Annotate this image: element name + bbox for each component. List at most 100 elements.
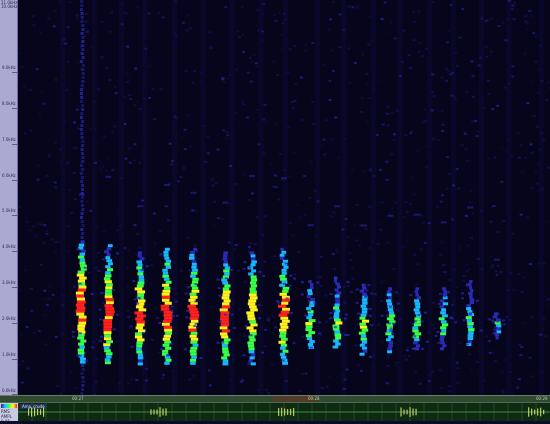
spectrogram-canvas[interactable] <box>18 0 550 395</box>
syllable-halo <box>502 323 506 326</box>
noise-speck <box>47 297 51 300</box>
noise-speck <box>511 65 515 68</box>
noise-speck <box>377 201 381 204</box>
syllable-cell <box>467 322 474 326</box>
noise-speck <box>519 143 523 146</box>
syllable-halo <box>170 310 174 313</box>
syllable-cell <box>283 265 289 269</box>
syllable-cell <box>222 344 228 348</box>
onset-line-segment <box>80 12 84 15</box>
noise-speck <box>297 250 300 253</box>
syllable-cell <box>222 362 229 366</box>
syllable-halo <box>424 311 427 314</box>
noise-speck <box>458 342 462 345</box>
syllable-halo <box>136 302 140 305</box>
noise-speck <box>252 54 256 57</box>
noise-speck <box>276 74 280 77</box>
syllable-halo <box>367 284 371 287</box>
noise-speck <box>394 201 398 204</box>
onset-line-segment <box>81 64 85 67</box>
noise-speck <box>416 263 420 266</box>
syllable-cell <box>334 279 337 283</box>
noise-speck <box>330 138 334 141</box>
noise-speck <box>327 375 331 378</box>
noise-speck <box>149 283 153 286</box>
noise-speck <box>54 186 58 189</box>
syllable-cell <box>79 261 86 265</box>
noise-speck <box>73 198 77 201</box>
noise-speck <box>389 21 393 24</box>
syllable-halo <box>364 344 368 347</box>
syllable-halo <box>242 354 246 357</box>
noise-speck <box>304 49 308 52</box>
time-ruler[interactable]: 00:27 00:28 00:29 <box>0 395 550 402</box>
syllable-cell <box>75 294 84 298</box>
noise-speck <box>331 69 335 72</box>
noise-speck <box>68 45 72 48</box>
syllable-cell <box>104 349 111 353</box>
syllable-halo <box>332 309 336 312</box>
syllable-cell <box>333 315 340 319</box>
noise-speck <box>193 244 197 247</box>
syllable-halo <box>78 354 82 357</box>
color-palette-swatch[interactable] <box>1 404 17 408</box>
noise-speck <box>411 176 415 179</box>
syllable-halo <box>308 299 312 302</box>
syllable-cell <box>188 328 197 332</box>
frequency-tick <box>12 179 17 181</box>
syllable-cell <box>247 302 256 306</box>
noise-speck <box>43 224 47 227</box>
noise-speck <box>245 116 249 119</box>
column-band <box>229 0 235 395</box>
noise-speck <box>338 46 342 49</box>
syllable-cell <box>492 315 498 319</box>
syllable-cell <box>191 289 200 293</box>
noise-speck <box>211 306 215 309</box>
waveform-plot[interactable] <box>18 403 550 421</box>
syllable-cell <box>335 300 341 304</box>
syllable-cell <box>388 296 393 300</box>
syllable-cell <box>189 256 195 260</box>
syllable-cell <box>249 338 256 342</box>
noise-speck <box>487 157 491 160</box>
noise-speck <box>224 6 228 8</box>
noise-speck <box>102 230 106 233</box>
noise-speck <box>330 49 334 52</box>
noise-speck <box>263 103 267 106</box>
noise-speck <box>298 390 302 393</box>
noise-speck <box>368 15 372 18</box>
noise-speck <box>242 50 246 53</box>
noise-speck <box>274 186 278 189</box>
syllable-halo <box>389 329 393 332</box>
noise-speck <box>288 222 292 225</box>
onset-line-segment <box>80 136 84 139</box>
noise-speck <box>328 79 332 82</box>
noise-speck <box>350 266 354 269</box>
noise-speck <box>148 258 152 261</box>
noise-speck <box>521 170 525 173</box>
frequency-ruler[interactable]: 11.0kHz 10.0kHz 9.0kHz 8.0kHz 7.0kHz 6.0kHz… <box>0 0 18 395</box>
noise-speck <box>206 152 210 155</box>
noise-speck <box>386 356 390 359</box>
noise-speck <box>495 273 499 276</box>
noise-speck <box>138 161 142 164</box>
syllable-halo <box>186 286 190 289</box>
syllable-cell <box>105 271 111 275</box>
syllable-cell <box>163 313 173 317</box>
syllable-halo <box>385 314 389 317</box>
onset-line-segment <box>80 220 84 223</box>
syllable-halo <box>438 302 441 305</box>
noise-speck <box>445 79 449 82</box>
noise-speck <box>490 17 494 20</box>
noise-speck <box>380 281 383 284</box>
noise-speck <box>53 251 57 253</box>
noise-speck <box>23 132 27 135</box>
syllable-halo <box>317 321 321 324</box>
frequency-tick-label: 3.0kHz <box>2 280 16 286</box>
harmonic-echo <box>467 206 474 209</box>
noise-speck <box>255 65 259 68</box>
waveform-track[interactable]: RMS AMPL 0.96 Amp_crude <box>0 402 550 424</box>
syllable-cell <box>387 347 392 351</box>
syllable-cell <box>359 322 366 326</box>
syllable-cell <box>191 286 199 290</box>
